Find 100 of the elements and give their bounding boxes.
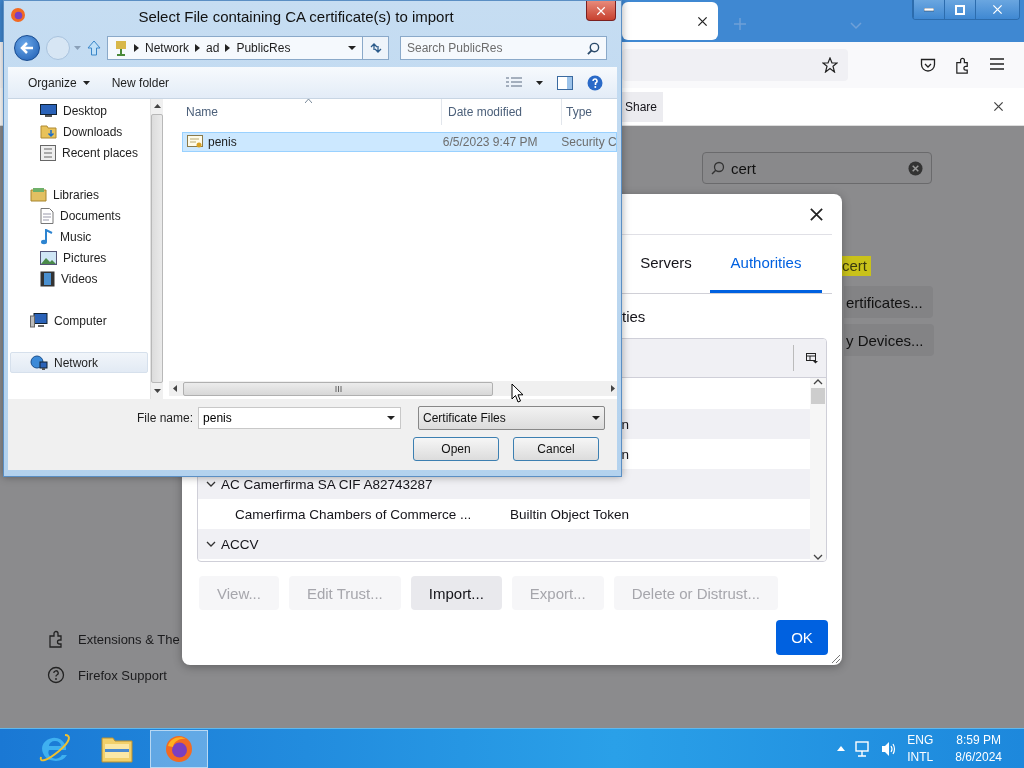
navigation-item[interactable]: Documents	[10, 205, 148, 226]
table-row[interactable]: Camerfirma Chambers of Commerce ... Builtin Object Token	[198, 499, 810, 529]
column-picker-icon[interactable]	[806, 352, 818, 364]
sort-caret-icon	[305, 99, 312, 103]
clock[interactable]: 8:59 PM 8/6/2024	[955, 731, 1002, 766]
dialog-button[interactable]: Cancel	[513, 437, 599, 461]
tab[interactable]: Authorities	[710, 235, 822, 293]
folder-icon	[101, 734, 133, 763]
puzzle-piece-icon	[47, 630, 65, 648]
arrow-left-icon	[20, 42, 34, 54]
close-button[interactable]	[586, 1, 616, 21]
dialog-button[interactable]: Open	[413, 437, 499, 461]
refresh-icon	[368, 42, 383, 54]
close-icon	[697, 15, 708, 27]
network-icon[interactable]	[855, 740, 872, 757]
network-icon	[114, 40, 128, 56]
caret-up-icon[interactable]	[837, 746, 846, 751]
certificate-name[interactable]: Camerfirma Chambers of Commerce ...	[235, 506, 472, 522]
address-bar[interactable]: Network ad PublicRes	[107, 36, 363, 60]
navigation-item[interactable]: Videos	[10, 268, 148, 289]
certificate-group[interactable]: AC Camerfirma SA CIF A82743287	[221, 476, 433, 492]
network-icon	[30, 354, 48, 371]
scroll-up-icon[interactable]	[153, 104, 161, 108]
refresh-button[interactable]	[363, 36, 389, 60]
scroll-up-icon[interactable]	[813, 378, 823, 386]
image-icon	[40, 250, 57, 265]
browser-logo-icon	[164, 733, 194, 764]
organize-button[interactable]: Organize	[22, 73, 96, 92]
chevron-down-icon[interactable]	[206, 539, 216, 549]
file-type-dropdown[interactable]: Certificate Files	[418, 406, 606, 430]
file-row[interactable]: penis 6/5/2023 9:47 PM Security C	[182, 132, 617, 152]
search-field[interactable]: Search PublicRes	[400, 36, 607, 60]
star-icon[interactable]	[822, 57, 838, 73]
sidebar-link[interactable]: Extensions & The	[78, 631, 180, 647]
tab[interactable]: Servers	[622, 235, 710, 293]
minimize-button[interactable]	[913, 0, 944, 19]
file-name-field[interactable]: penis	[198, 407, 402, 429]
puzzle-piece-icon[interactable]	[954, 56, 971, 74]
navigation-item[interactable]: Libraries	[10, 184, 148, 205]
scroll-down-icon[interactable]	[813, 553, 823, 561]
breadcrumb[interactable]: PublicRes	[236, 41, 291, 55]
breadcrumb-arrow-icon[interactable]	[225, 44, 231, 52]
navigation-item[interactable]: Music	[10, 226, 148, 247]
ok-button[interactable]: OK	[776, 620, 828, 655]
certificate-group[interactable]: ACCV	[221, 536, 259, 552]
taskbar-app[interactable]	[150, 729, 208, 768]
share-button[interactable]: Share	[622, 91, 664, 122]
vertical-scrollbar[interactable]	[150, 99, 163, 399]
navigation-item[interactable]: Network	[10, 352, 148, 373]
restore-icon	[955, 4, 965, 15]
pocket-icon[interactable]	[920, 56, 936, 73]
dropdown-arrow-icon[interactable]	[387, 416, 396, 420]
scroll-down-icon[interactable]	[153, 389, 161, 393]
token-cell-text: Builtin Object Token	[508, 506, 629, 522]
file-date: 6/5/2023 9:47 PM	[441, 135, 539, 149]
dropdown-arrow-icon[interactable]	[536, 80, 543, 85]
breadcrumb-arrow-icon[interactable]	[134, 44, 139, 52]
navigation-item[interactable]: Downloads	[10, 121, 148, 142]
sidebar-link[interactable]: Firefox Support	[78, 667, 167, 683]
dropdown-arrow-icon[interactable]	[348, 46, 356, 50]
close-icon	[808, 206, 824, 222]
restore-button[interactable]	[944, 0, 975, 19]
chevron-down-icon[interactable]	[206, 479, 216, 489]
search-field[interactable]: cert	[702, 152, 932, 184]
scroll-left-icon[interactable]	[173, 385, 177, 392]
dialog-button[interactable]: Import...	[410, 576, 502, 610]
file-type: Security C	[561, 135, 616, 149]
arrow-up-icon[interactable]	[87, 40, 101, 56]
help-icon[interactable]	[587, 74, 603, 91]
library-icon	[30, 187, 47, 202]
settings-button[interactable]: ertificates...	[844, 286, 933, 318]
language-indicator[interactable]: ENG INTL	[907, 731, 934, 766]
scroll-right-icon[interactable]	[611, 385, 615, 392]
navigation-item[interactable]: Computer	[10, 310, 148, 331]
navigation-item[interactable]: Desktop	[10, 100, 148, 121]
scrollbar-thumb[interactable]	[811, 388, 825, 404]
column-header[interactable]: Type	[562, 99, 617, 125]
preview-pane-icon[interactable]	[557, 75, 573, 90]
close-icon	[993, 101, 1004, 112]
breadcrumb[interactable]: Network	[145, 41, 189, 55]
back-button[interactable]	[14, 35, 40, 61]
navigation-item[interactable]: Recent places	[10, 142, 148, 163]
breadcrumb-arrow-icon[interactable]	[195, 44, 200, 52]
breadcrumb[interactable]: ad	[206, 41, 220, 55]
computer-icon	[30, 312, 48, 329]
speaker-icon[interactable]	[881, 740, 898, 757]
settings-button[interactable]: y Devices...	[844, 324, 934, 356]
table-row[interactable]: ACCV	[198, 529, 810, 559]
help-icon	[47, 666, 65, 684]
menu-icon[interactable]	[989, 56, 1005, 71]
new-folder-button[interactable]: New folder	[105, 73, 176, 92]
clear-icon[interactable]	[908, 160, 923, 176]
navigation-item[interactable]: Pictures	[10, 247, 148, 268]
column-header[interactable]: Name	[167, 99, 442, 125]
resize-grip-icon[interactable]	[829, 652, 841, 664]
minimize-icon	[924, 7, 934, 12]
vertical-scrollbar[interactable]	[810, 378, 826, 561]
horizontal-scrollbar[interactable]	[169, 381, 617, 396]
column-header[interactable]: Date modified	[442, 99, 562, 125]
monitor-icon	[40, 103, 57, 118]
